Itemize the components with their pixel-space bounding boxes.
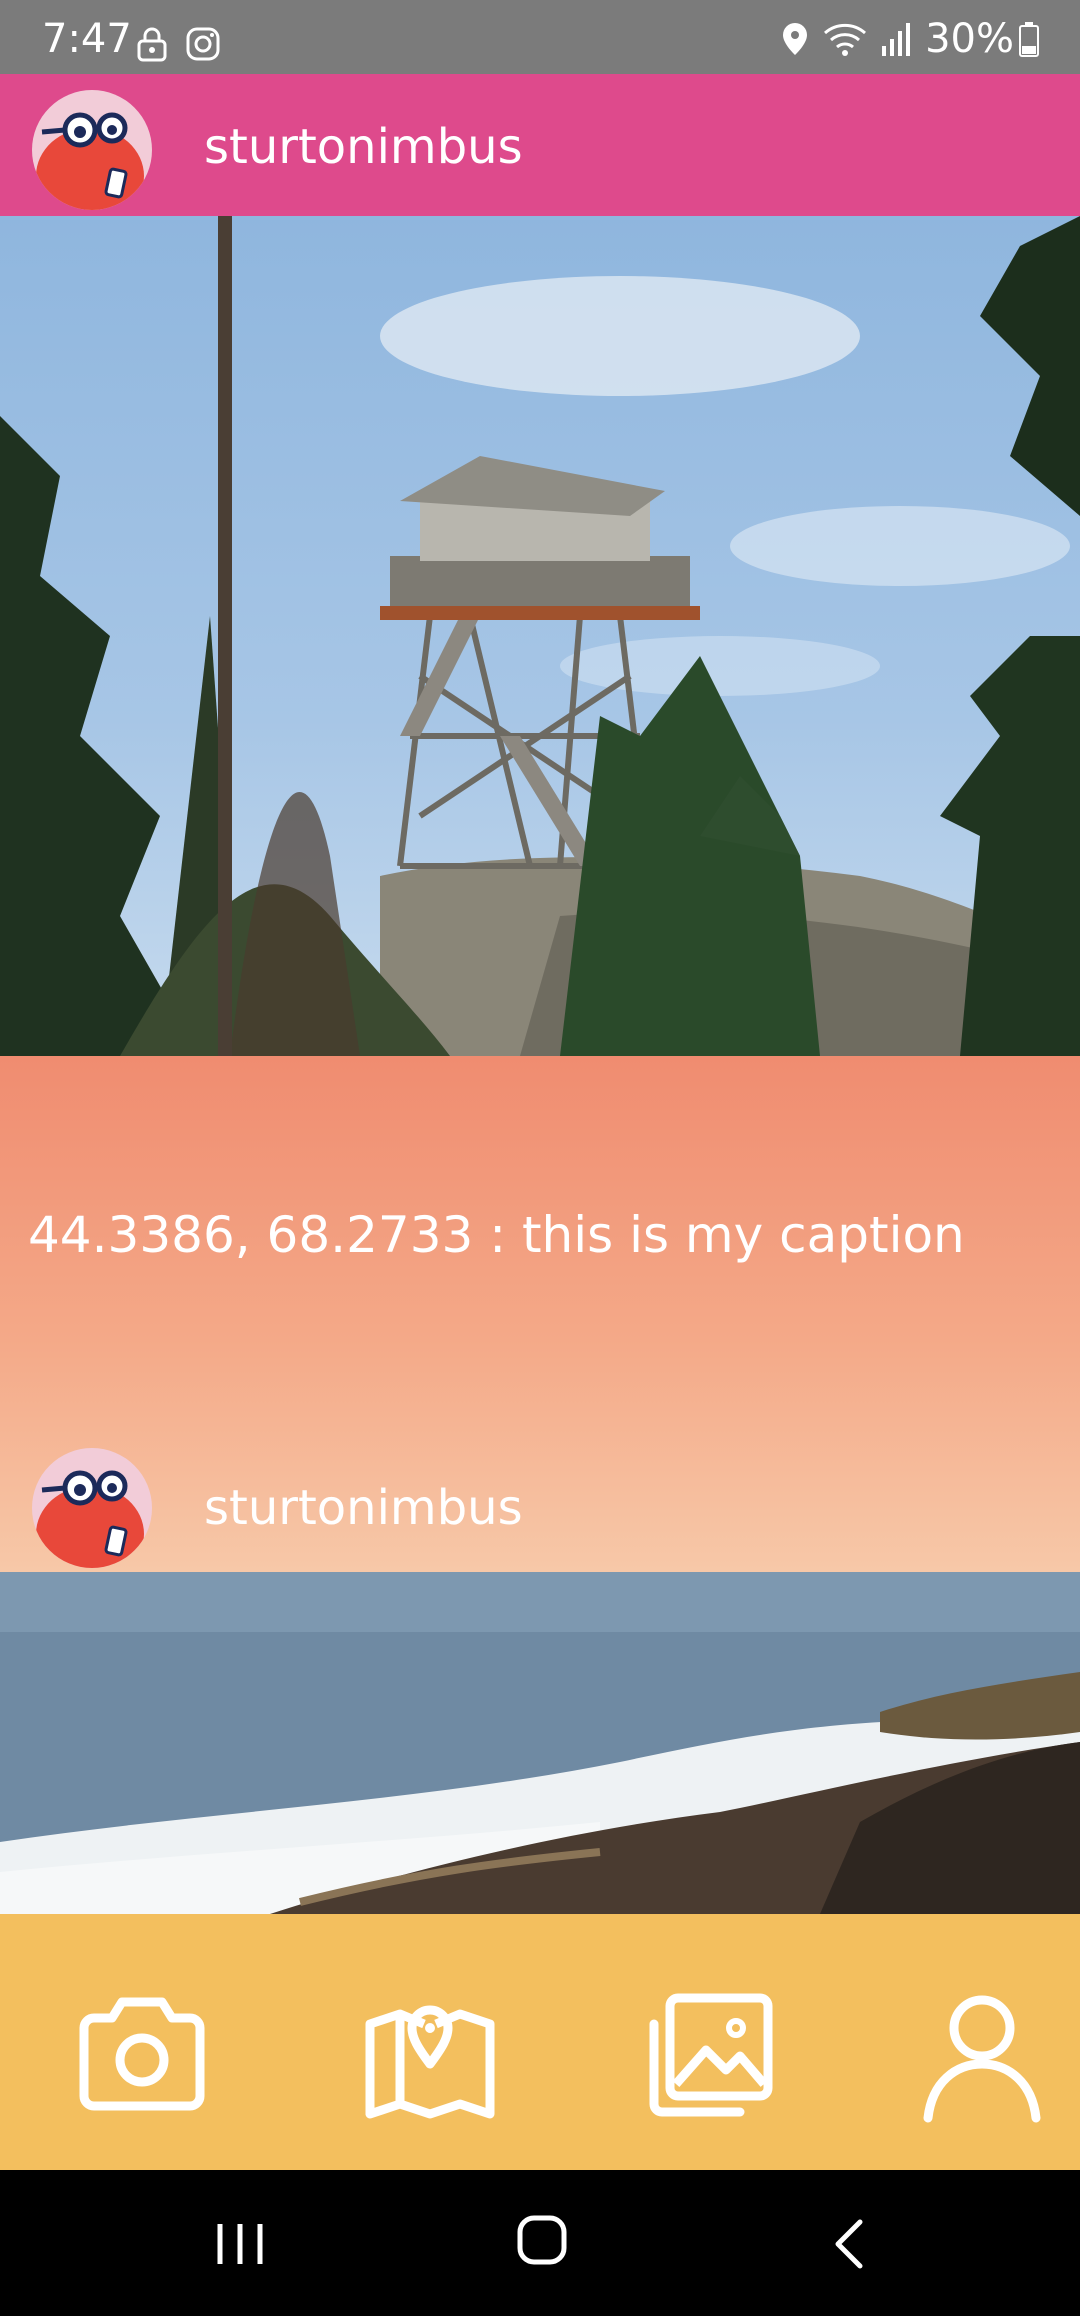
system-nav: [0, 2170, 1080, 2316]
lock-icon: [137, 27, 167, 62]
recent-apps-button[interactable]: [210, 2214, 270, 2278]
status-right: 30%: [781, 16, 1040, 62]
home-button[interactable]: [512, 2210, 572, 2274]
recent-apps-icon: [217, 2224, 263, 2264]
gallery-icon: [649, 1993, 773, 2117]
back-button[interactable]: [820, 2214, 880, 2278]
status-left-icons: [136, 26, 221, 66]
status-time: 7:47: [42, 16, 132, 62]
profile-button[interactable]: [912, 1984, 1052, 2124]
battery-icon: [1019, 22, 1039, 57]
avatar[interactable]: [32, 1448, 152, 1568]
beaver-avatar-icon: [36, 112, 144, 210]
status-bar: 7:47 30%: [0, 0, 1080, 74]
camera-icon: [79, 1997, 205, 2111]
map-button[interactable]: [360, 1984, 500, 2124]
gallery-button[interactable]: [640, 1984, 780, 2124]
camera-button[interactable]: [72, 1984, 212, 2124]
ocean-photo: [0, 1572, 1080, 1914]
tower-photo: [0, 216, 1080, 1056]
home-icon: [517, 2215, 567, 2265]
wifi-icon: [824, 23, 867, 56]
instagram-icon: [186, 27, 220, 61]
location-icon: [783, 23, 808, 55]
map-icon: [365, 2005, 495, 2119]
header-username[interactable]: sturtonimbus: [204, 119, 523, 175]
post-username[interactable]: sturtonimbus: [204, 1480, 523, 1536]
back-icon: [835, 2219, 863, 2269]
beaver-avatar-icon: [36, 1470, 144, 1568]
post-image-tower[interactable]: [0, 216, 1080, 1056]
caption-area: 44.3386, 68.2733 : this is my caption st…: [0, 1056, 1080, 1572]
post-image-ocean[interactable]: [0, 1572, 1080, 1914]
app-header: sturtonimbus: [0, 74, 1080, 216]
post-caption: 44.3386, 68.2733 : this is my caption: [28, 1206, 965, 1264]
profile-icon: [923, 1995, 1041, 2123]
battery-percent: 30%: [925, 16, 1014, 62]
signal-icon: [882, 23, 911, 56]
avatar[interactable]: [32, 90, 152, 210]
bottom-nav: [0, 1914, 1080, 2170]
